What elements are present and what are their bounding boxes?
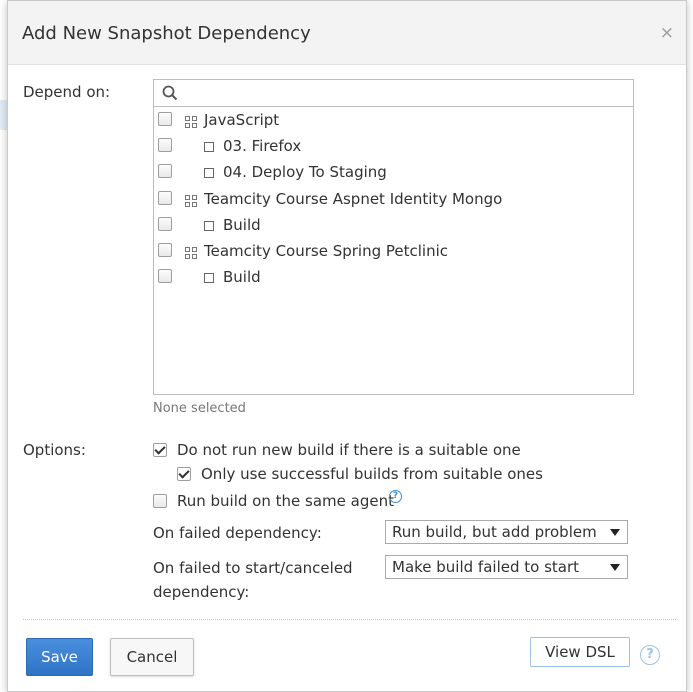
same-agent-checkbox[interactable]	[153, 494, 167, 508]
tree-row-label: Teamcity Course Spring Petclinic	[204, 242, 449, 260]
tree-row-checkbox[interactable]	[158, 243, 172, 257]
cancel-button[interactable]: Cancel	[110, 638, 194, 676]
project-icon	[185, 116, 197, 128]
on-failed-to-start-value: Make build failed to start	[392, 558, 580, 576]
on-failed-dependency-label: On failed dependency:	[153, 524, 322, 542]
tree-row-checkbox[interactable]	[158, 269, 172, 284]
tree-build-config-row[interactable]: Build	[154, 213, 624, 239]
tree-row-checkbox[interactable]	[158, 138, 172, 153]
build-config-icon	[204, 168, 214, 179]
on-failed-to-start-label-line2: dependency:	[153, 583, 250, 601]
same-agent-help-icon[interactable]: ?	[389, 490, 402, 503]
build-config-icon	[204, 220, 214, 231]
close-icon[interactable]: ×	[660, 25, 674, 42]
on-failed-to-start-label-line1: On failed to start/canceled	[153, 559, 353, 577]
build-config-icon	[204, 273, 214, 284]
options-label: Options:	[23, 441, 86, 459]
on-failed-to-start-select[interactable]: Make build failed to start	[385, 555, 628, 579]
search-icon	[162, 85, 178, 101]
tree-project-row[interactable]: JavaScript	[154, 108, 624, 134]
option-do-not-run-new-build[interactable]: Do not run new build if there is a suita…	[153, 441, 633, 461]
dialog-titlebar: Add New Snapshot Dependency ×	[8, 1, 686, 65]
project-icon	[185, 247, 197, 259]
tree-search-input[interactable]	[182, 82, 629, 104]
view-dsl-button[interactable]: View DSL	[530, 637, 630, 667]
project-icon	[185, 194, 197, 207]
tree-row-label: 03. Firefox	[223, 137, 302, 156]
tree-row-label: 04. Deploy To Staging	[223, 163, 387, 182]
tree-build-config-row[interactable]: 04. Deploy To Staging	[154, 160, 624, 186]
add-snapshot-dependency-dialog: Add New Snapshot Dependency × Depend on:…	[7, 0, 687, 692]
do-not-run-new-build-label: Do not run new build if there is a suita…	[177, 441, 521, 459]
selection-status: None selected	[153, 401, 246, 416]
tree-build-config-row[interactable]: Build	[154, 265, 624, 291]
option-same-agent[interactable]: Run build on the same agent ?	[153, 490, 633, 512]
depend-on-label: Depend on:	[23, 83, 111, 101]
on-failed-dependency-select[interactable]: Run build, but add problem	[385, 520, 628, 544]
tree-row-label: Build	[223, 215, 261, 234]
only-successful-checkbox[interactable]	[177, 467, 191, 481]
do-not-run-new-build-checkbox[interactable]	[153, 443, 167, 457]
help-icon[interactable]: ?	[640, 645, 660, 665]
save-button[interactable]: Save	[26, 638, 93, 676]
on-failed-dependency-value: Run build, but add problem	[392, 523, 597, 541]
tree-row-label: Build	[223, 268, 261, 287]
dialog-title: Add New Snapshot Dependency	[22, 23, 311, 44]
only-successful-label: Only use successful builds from suitable…	[201, 465, 543, 483]
tree-row-label: JavaScript	[204, 111, 280, 129]
tree-row-checkbox[interactable]	[158, 216, 172, 231]
tree-build-config-row[interactable]: 03. Firefox	[154, 134, 624, 160]
tree-row-label: Teamcity Course Aspnet Identity Mongo	[204, 189, 503, 208]
dropdown-arrow-icon	[610, 529, 620, 536]
build-config-tree: JavaScript 03. Firefox 04. Deploy To Stagi…	[153, 79, 634, 395]
dropdown-arrow-icon	[610, 564, 620, 571]
option-only-successful[interactable]: Only use successful builds from suitable…	[177, 465, 633, 485]
tree-search-row	[154, 80, 633, 107]
same-agent-label: Run build on the same agent	[177, 492, 394, 510]
tree-row-checkbox[interactable]	[158, 164, 172, 179]
tree-row-checkbox[interactable]	[158, 190, 172, 205]
tree-project-row[interactable]: Teamcity Course Spring Petclinic	[154, 239, 624, 265]
tree-project-row[interactable]: Teamcity Course Aspnet Identity Mongo	[154, 187, 624, 213]
tree-row-checkbox[interactable]	[158, 112, 172, 126]
build-config-icon	[204, 142, 214, 153]
footer-divider	[23, 619, 676, 620]
